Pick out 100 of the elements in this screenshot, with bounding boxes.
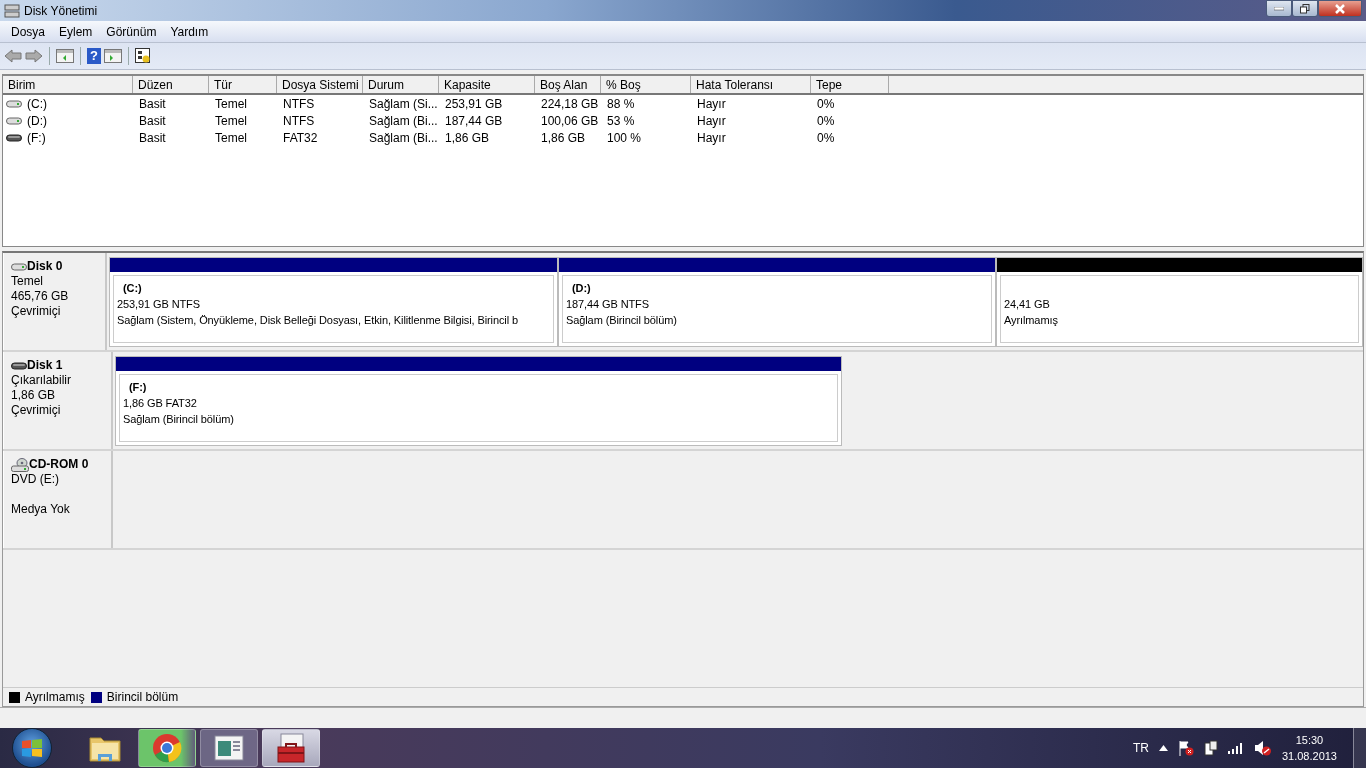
partition-block[interactable]: 24,41 GB Ayrılmamış [996,257,1363,347]
table-cell: FAT32 [283,130,318,145]
table-cell: Sağlam (Bi... [369,113,438,128]
table-cell: (D:) [27,113,47,128]
partition-status: Ayrılmamış [1004,313,1059,328]
minimize-button[interactable] [1266,0,1292,17]
table-cell: 1,86 GB [445,130,490,145]
table-cell: Temel [215,130,247,145]
help-button[interactable]: ? [87,48,101,64]
toolbox-icon [275,733,307,763]
column-header[interactable]: Düzen [133,76,209,93]
table-cell: 53 % [607,113,635,128]
column-header[interactable]: Hata Toleransı [691,76,811,93]
column-header[interactable]: Tepe [811,76,889,93]
menu-item[interactable]: Yardım [163,22,216,41]
partition-block[interactable]: (C:) 253,91 GB NTFS Sağlam (Sistem, Önyükleme, Disk Belleği Dosyası, Etkin, Kilitlenme Bilgisi, Birincil b [109,257,558,347]
table-cell: Sağlam (Si... [369,96,438,111]
menu-item[interactable]: Dosya [4,22,52,41]
table-cell: 100,06 GB [541,113,599,128]
legend-label: Ayrılmamış [25,690,85,704]
partition-size: 24,41 GB [1004,297,1051,312]
close-icon [1335,3,1345,14]
menu-item[interactable]: Eylem [52,22,100,41]
partition-size: 253,91 GB NTFS [117,297,201,312]
back-arrow-icon[interactable] [4,49,22,63]
partition-name: (F:) [128,380,148,395]
partition-size: 1,86 GB FAT32 [123,396,198,411]
legend-label: Birincil bölüm [106,690,179,704]
show-hide-pane-icon[interactable] [56,49,74,63]
action-pane-icon[interactable] [104,49,122,63]
hard-drive-icon [11,262,27,271]
disk-info: 465,76 GB [11,289,70,304]
menu-item[interactable]: Görünüm [99,22,164,41]
disk-info: Temel [11,274,44,289]
table-cell: Hayır [697,113,726,128]
hard-drive-icon [6,99,22,108]
show-hidden-icons-icon[interactable] [1158,745,1168,751]
language-indicator[interactable]: TR [1132,741,1149,755]
table-cell: 1,86 GB [541,130,586,145]
column-header[interactable]: Tür [209,76,277,93]
start-button[interactable] [12,728,52,768]
hard-drive-icon [6,116,22,125]
disk-info: Çevrimiçi [11,403,62,418]
partition-status: Sağlam (Sistem, Önyükleme, Disk Belleği Dosyası, Etkin, Kilitlenme Bilgisi, Birincil b [117,313,519,328]
close-button[interactable] [1318,0,1362,17]
disk-management-icon [4,3,20,18]
disk-name: CD-ROM 0 [29,457,89,472]
taskbar-app-button[interactable] [262,729,320,767]
table-cell: NTFS [283,113,315,128]
disk-name: Disk 1 [27,358,63,373]
table-cell: Hayır [697,96,726,111]
disk-info: Çevrimiçi [11,304,62,319]
table-cell: (C:) [27,96,47,111]
windows-logo-icon [21,738,43,758]
table-cell: Basit [139,113,166,128]
cd-drive-icon [11,457,29,472]
disk-info: DVD (E:) [11,472,60,487]
restore-icon [1300,3,1310,14]
properties-icon[interactable] [135,48,151,64]
column-header[interactable]: % Boş [601,76,691,93]
table-cell: NTFS [283,96,315,111]
column-header[interactable]: Birim [3,76,133,93]
removable-drive-icon [11,361,27,370]
speaker-muted-icon[interactable] [1253,740,1272,756]
clock-time[interactable]: 15:30 [1295,732,1324,748]
clock-date[interactable]: 31.08.2013 [1281,748,1337,764]
table-cell: Basit [139,96,166,111]
window-title: Disk Yönetimi [24,3,98,18]
partition-block[interactable]: (D:) 187,44 GB NTFS Sağlam (Birincil bölüm) [558,257,996,347]
signal-bars-icon[interactable] [1227,742,1244,754]
table-cell: 224,18 GB [541,96,599,111]
table-cell: 0% [817,96,835,111]
restore-button[interactable] [1292,0,1318,17]
table-cell: 253,91 GB [445,96,503,111]
table-cell: 100 % [607,130,642,145]
folder-icon [89,734,121,762]
removable-drive-icon [6,133,22,142]
show-desktop-button[interactable] [1353,728,1366,768]
partition-block[interactable]: (F:) 1,86 GB FAT32 Sağlam (Birincil bölüm) [115,356,842,446]
table-cell: Basit [139,130,166,145]
table-cell: Temel [215,113,247,128]
partition-name: (C:) [122,281,143,296]
table-cell: (F:) [27,130,46,145]
table-cell: 88 % [607,96,635,111]
table-cell: Sağlam (Bi... [369,130,438,145]
column-header[interactable]: Durum [363,76,439,93]
partition-status: Sağlam (Birincil bölüm) [123,412,235,427]
partition-status: Sağlam (Birincil bölüm) [566,313,678,328]
table-cell: Temel [215,96,247,111]
disk-info: Medya Yok [11,502,71,517]
table-cell: Hayır [697,130,726,145]
column-header[interactable]: Boş Alan [535,76,601,93]
partition-name: (D:) [571,281,592,296]
column-header[interactable]: Dosya Sistemi [277,76,363,93]
column-header[interactable]: Kapasite [439,76,535,93]
forward-arrow-icon[interactable] [25,49,43,63]
window-icon [214,735,244,761]
table-cell: 0% [817,113,835,128]
flag-icon[interactable] [1177,740,1194,756]
taskbar-app-button[interactable] [200,729,258,767]
